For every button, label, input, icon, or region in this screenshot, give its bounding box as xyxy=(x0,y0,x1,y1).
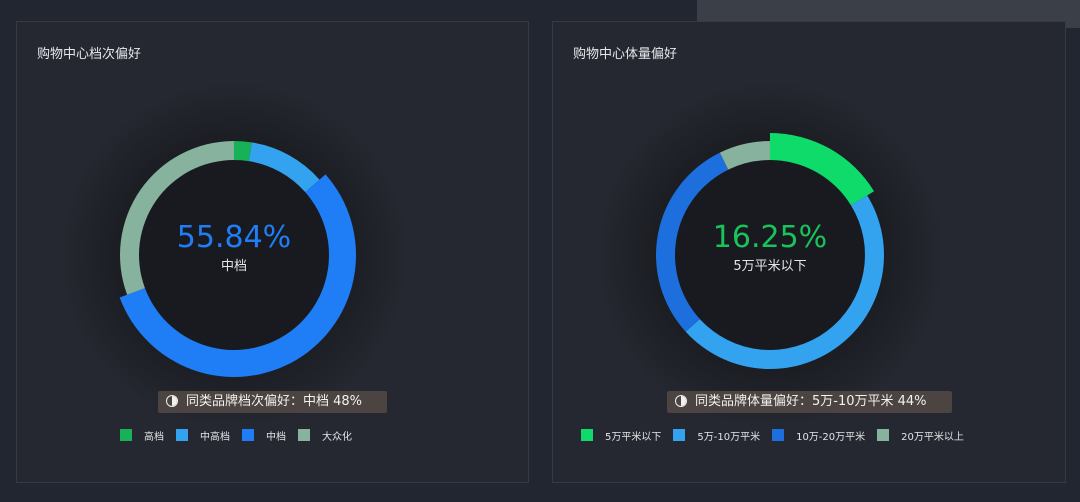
legend-label: 10万-20万平米 xyxy=(796,431,866,443)
legend-swatch xyxy=(298,429,310,441)
peer-preference-text: 同类品牌体量偏好：5万-10万平米 44% xyxy=(695,394,927,409)
legend-label: 高档 xyxy=(144,431,164,443)
size-preference-panel: 购物中心体量偏好 16.25% 5万平米以下 同类品牌体量偏好：5万-10万平米… xyxy=(552,21,1066,483)
center-label: 中档 xyxy=(220,259,247,274)
legend-swatch xyxy=(772,429,785,441)
donut-slice-1[interactable] xyxy=(234,141,252,162)
legend-item[interactable]: 大众化 xyxy=(298,428,352,443)
legend-item[interactable]: 高档 xyxy=(120,428,164,443)
legend-item[interactable]: 中高档 xyxy=(176,428,230,443)
peer-preference-text: 同类品牌档次偏好：中档 48% xyxy=(186,394,363,409)
legend-swatch xyxy=(176,429,188,441)
legend-item[interactable]: 5万-10万平米 xyxy=(673,428,760,443)
center-percentage: 16.25% xyxy=(712,220,828,255)
center-label: 5万平米以下 xyxy=(733,259,807,274)
legend-item[interactable]: 中档 xyxy=(242,428,286,443)
legend-label: 5万平米以下 xyxy=(605,431,662,443)
peer-preference-badge: 同类品牌档次偏好：中档 48% xyxy=(158,391,387,413)
legend-item[interactable]: 5万平米以下 xyxy=(581,428,661,443)
legend-label: 20万平米以上 xyxy=(901,431,964,443)
legend-label: 中高档 xyxy=(200,431,230,443)
legend-swatch xyxy=(673,429,686,441)
grade-preference-panel: 购物中心档次偏好 55.84% 中档 同类品牌档次偏好：中档 48% 高档 中高档… xyxy=(16,21,529,483)
legend-label: 中档 xyxy=(266,431,286,443)
chart-legend: 5万平米以下 5万-10万平米 10万-20万平米 20万平米以上 xyxy=(581,428,976,443)
center-percentage: 55.84% xyxy=(176,220,292,255)
legend-label: 5万-10万平米 xyxy=(697,431,761,443)
half-circle-icon xyxy=(675,395,687,407)
chart-legend: 高档 中高档 中档 大众化 xyxy=(120,428,364,443)
legend-label: 大众化 xyxy=(322,431,352,443)
legend-swatch xyxy=(242,429,254,441)
legend-swatch xyxy=(120,429,132,441)
legend-swatch xyxy=(877,429,890,441)
legend-item[interactable]: 10万-20万平米 xyxy=(772,428,865,443)
half-circle-icon xyxy=(166,395,178,407)
peer-preference-badge: 同类品牌体量偏好：5万-10万平米 44% xyxy=(667,391,952,413)
legend-swatch xyxy=(581,429,593,441)
legend-item[interactable]: 20万平米以上 xyxy=(877,428,964,443)
